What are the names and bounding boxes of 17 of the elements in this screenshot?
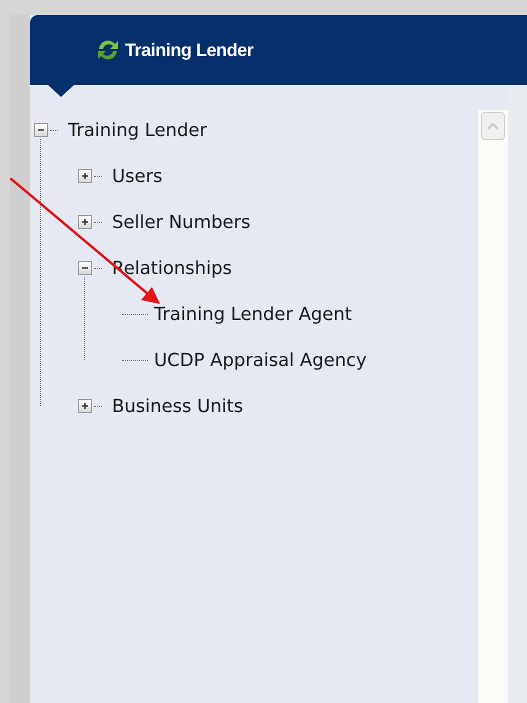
tree-item[interactable]: Training Lender Agent [154,300,352,328]
plus-icon [81,402,89,410]
plus-icon [81,218,89,226]
tree-item[interactable]: Users [112,162,162,190]
chevron-up-icon [487,122,499,130]
collapse-toggle[interactable] [78,261,92,275]
tree-item[interactable]: UCDP Appraisal Agency [154,346,367,374]
expand-toggle[interactable] [78,169,92,183]
header-title: Training Lender [125,38,254,62]
collapse-toggle[interactable] [34,123,48,137]
expand-toggle[interactable] [78,399,92,413]
expand-toggle[interactable] [78,215,92,229]
tree-item[interactable]: Business Units [112,392,244,420]
tree-item[interactable]: Seller Numbers [112,208,250,236]
scrollbar[interactable] [478,110,508,703]
tree-item[interactable]: Training Lender [68,116,207,144]
plus-icon [81,172,89,180]
